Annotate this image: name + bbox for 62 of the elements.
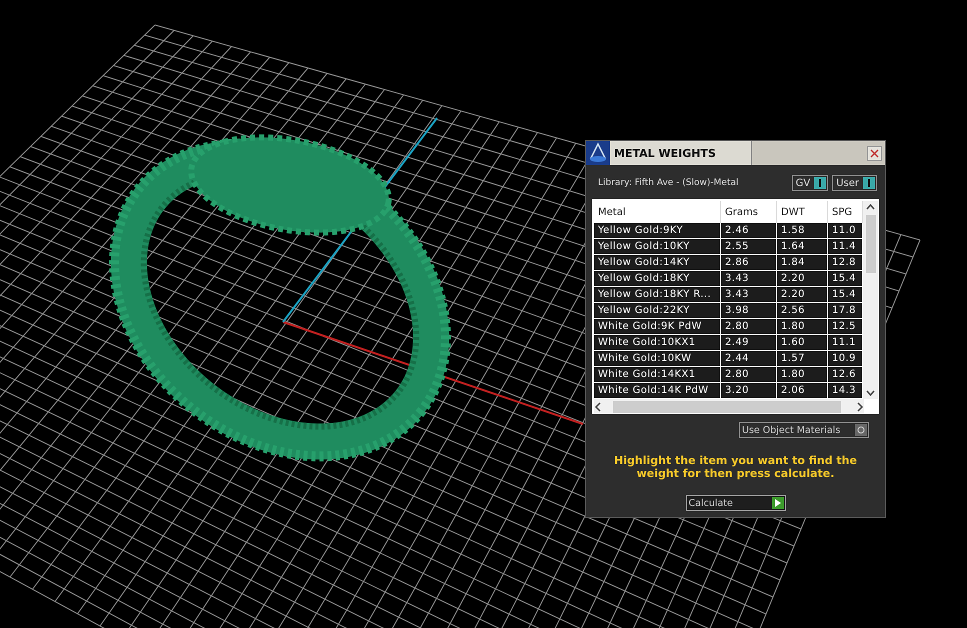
table-cell[interactable]: 2.49: [721, 335, 777, 351]
toggle-button[interactable]: GV: [792, 175, 828, 191]
table-cell[interactable]: Yellow Gold:22KY: [594, 303, 721, 319]
toggle-button[interactable]: User: [832, 175, 877, 191]
table-cell[interactable]: 2.56: [777, 303, 828, 319]
table-cell[interactable]: Yellow Gold:14KY: [594, 255, 721, 271]
vertical-scrollbar[interactable]: [863, 201, 878, 399]
table-cell[interactable]: 2.46: [721, 223, 777, 239]
close-button[interactable]: [867, 146, 882, 160]
table-cell[interactable]: 3.43: [721, 287, 777, 303]
table-cell[interactable]: 14.3: [828, 383, 863, 399]
table-cell[interactable]: 3.20: [721, 383, 777, 399]
table-cell[interactable]: 3.43: [721, 271, 777, 287]
table-cell[interactable]: 2.20: [777, 287, 828, 303]
horizontal-scrollbar[interactable]: [594, 399, 864, 414]
library-label: Library: Fifth Ave - (Slow)-Metal: [598, 178, 738, 188]
scroll-right-icon[interactable]: [855, 402, 864, 412]
window-title: METAL WEIGHTS: [614, 146, 716, 160]
table-cell[interactable]: White Gold:9K PdW: [594, 319, 721, 335]
table-cell[interactable]: 10.9: [828, 351, 863, 367]
table-cell[interactable]: 1.60: [777, 335, 828, 351]
table-cell[interactable]: 15.4: [828, 271, 863, 287]
use-object-materials-toggle[interactable]: Use Object Materials: [739, 422, 869, 438]
table-cell[interactable]: Yellow Gold:10KY: [594, 239, 721, 255]
table-cell[interactable]: 2.86: [721, 255, 777, 271]
table-cell[interactable]: 1.57: [777, 351, 828, 367]
table-cell[interactable]: 2.80: [721, 367, 777, 383]
table-cell[interactable]: White Gold:14K PdW: [594, 383, 721, 399]
table-cell[interactable]: White Gold:10KW: [594, 351, 721, 367]
table-cell[interactable]: 2.20: [777, 271, 828, 287]
close-icon: [870, 148, 879, 158]
table-cell[interactable]: 15.4: [828, 287, 863, 303]
table-cell[interactable]: 12.8: [828, 255, 863, 271]
table-cell[interactable]: 11.0: [828, 223, 863, 239]
calculate-button[interactable]: Calculate: [686, 495, 786, 511]
table-cell[interactable]: 2.80: [721, 319, 777, 335]
instruction-text: Highlight the item you want to find the weight for then press calculate.: [613, 454, 858, 480]
table-cell[interactable]: Yellow Gold:18KY R...: [594, 287, 721, 303]
table-cell[interactable]: White Gold:14KX1: [594, 367, 721, 383]
table-cell[interactable]: 2.06: [777, 383, 828, 399]
scrollbar-thumb[interactable]: [613, 400, 841, 412]
table-cell[interactable]: 12.6: [828, 367, 863, 383]
table-cell[interactable]: 2.55: [721, 239, 777, 255]
table-cell[interactable]: 11.1: [828, 335, 863, 351]
table-cell[interactable]: 1.58: [777, 223, 828, 239]
table-cell[interactable]: 11.4: [828, 239, 863, 255]
scroll-left-icon[interactable]: [594, 402, 603, 412]
table-cell[interactable]: 2.44: [721, 351, 777, 367]
table-cell[interactable]: Yellow Gold:18KY: [594, 271, 721, 287]
table-cell[interactable]: 1.80: [777, 367, 828, 383]
on-bar-icon: [819, 179, 822, 187]
table-cell[interactable]: 17.8: [828, 303, 863, 319]
off-circle-icon: [857, 426, 865, 434]
scrollbar-thumb[interactable]: [866, 215, 876, 273]
table-cell[interactable]: 1.84: [777, 255, 828, 271]
table-cell[interactable]: Yellow Gold:9KY: [594, 223, 721, 239]
table-cell[interactable]: 3.98: [721, 303, 777, 319]
table-cell[interactable]: 1.80: [777, 319, 828, 335]
table-cell[interactable]: 1.64: [777, 239, 828, 255]
table-cell[interactable]: 12.5: [828, 319, 863, 335]
play-icon: [774, 499, 780, 507]
table-cell[interactable]: White Gold:10KX1: [594, 335, 721, 351]
